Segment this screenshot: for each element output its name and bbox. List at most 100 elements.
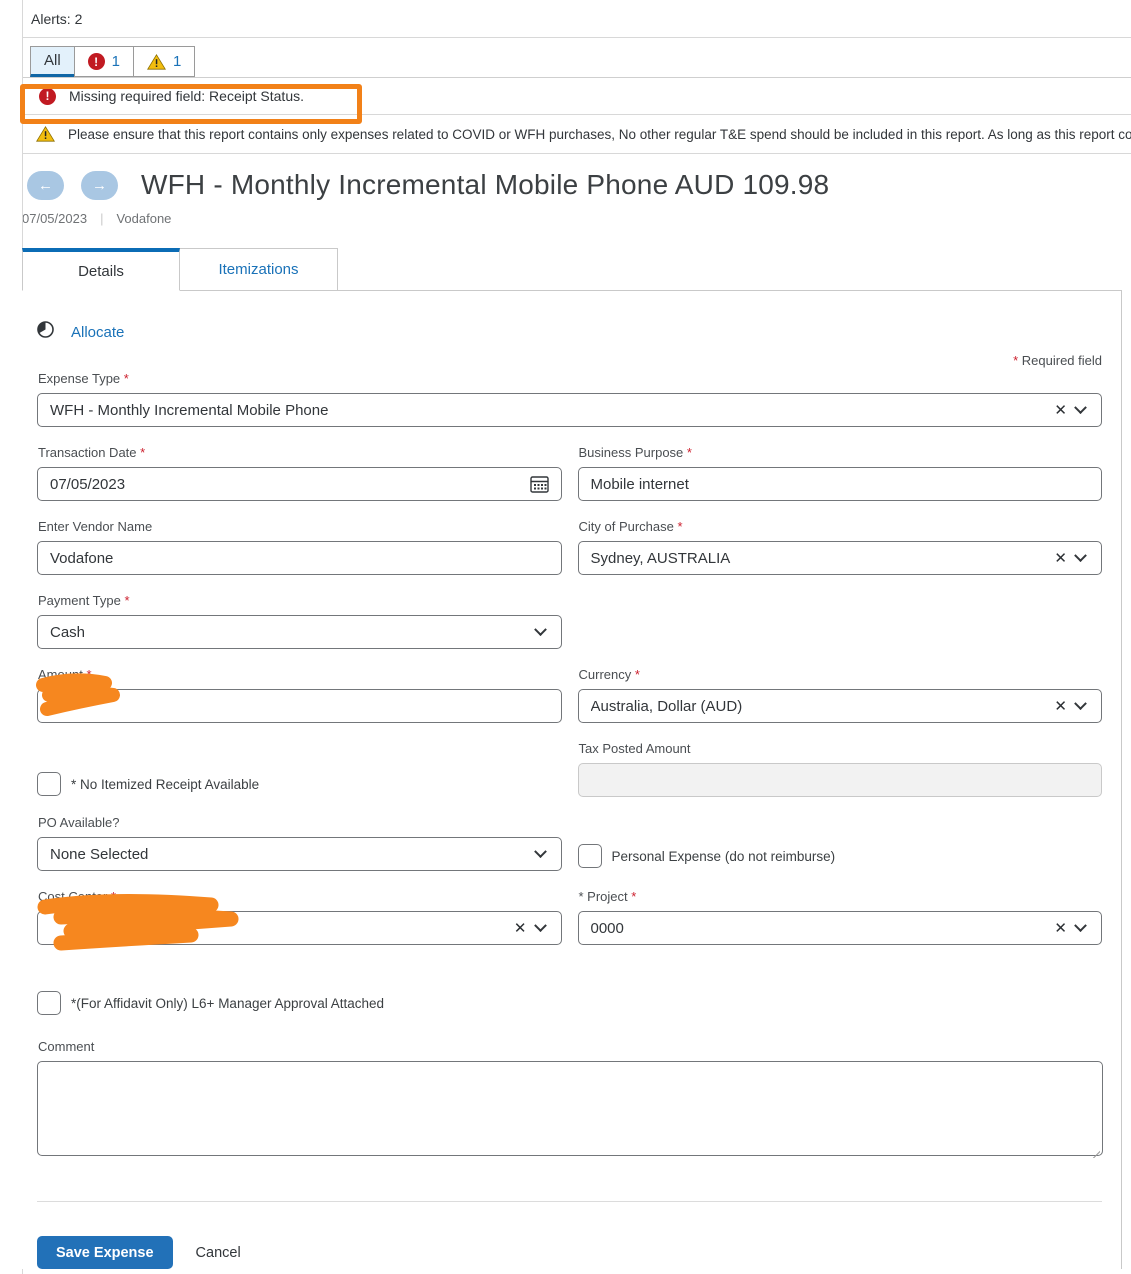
- city-of-purchase-combobox[interactable]: ✕: [578, 541, 1103, 575]
- required-asterisk: *: [678, 519, 683, 534]
- required-asterisk: *: [635, 667, 640, 682]
- required-asterisk: *: [631, 889, 636, 904]
- detail-tabs: Details Itemizations: [22, 248, 1131, 290]
- payment-type-value: Cash: [38, 624, 536, 641]
- arrow-right-icon: →: [92, 177, 107, 194]
- transaction-date-label: Transaction Date *: [38, 445, 562, 460]
- chevron-down-icon[interactable]: [1074, 401, 1087, 414]
- calendar-icon[interactable]: [528, 475, 551, 493]
- project-label: * Project *: [579, 889, 1103, 904]
- expense-type-input[interactable]: [38, 394, 1050, 426]
- tab-details-label: Details: [78, 263, 124, 280]
- next-expense-button[interactable]: →: [81, 171, 118, 200]
- error-alert-row: ! Missing required field: Receipt Status…: [22, 78, 1131, 115]
- cost-center-input[interactable]: [38, 912, 510, 944]
- separator: |: [100, 211, 103, 226]
- warning-alert-row: Please ensure that this report contains …: [22, 115, 1131, 154]
- required-asterisk: *: [124, 371, 129, 386]
- warning-count: 1: [173, 53, 181, 70]
- previous-expense-button[interactable]: ←: [27, 171, 64, 200]
- currency-label: Currency *: [579, 667, 1103, 682]
- comment-label: Comment: [38, 1039, 1102, 1054]
- affidavit-label: *(For Affidavit Only) L6+ Manager Approv…: [71, 996, 384, 1011]
- allocate-pie-icon: [37, 321, 54, 343]
- warning-icon: [147, 54, 166, 70]
- amount-field[interactable]: [37, 689, 562, 723]
- amount-input[interactable]: [38, 690, 561, 722]
- chevron-down-icon: [534, 845, 547, 858]
- currency-combobox[interactable]: ✕: [578, 689, 1103, 723]
- chevron-down-icon[interactable]: [1074, 697, 1087, 710]
- alert-tab-all[interactable]: All: [30, 46, 74, 77]
- tab-itemizations[interactable]: Itemizations: [180, 248, 338, 291]
- clear-icon[interactable]: ✕: [1050, 919, 1076, 937]
- required-asterisk: *: [86, 667, 91, 682]
- expense-date: 07/05/2023: [22, 211, 87, 226]
- clear-icon[interactable]: ✕: [1050, 401, 1076, 419]
- details-panel: Allocate * Required field Expense Type *…: [22, 290, 1122, 1269]
- required-asterisk: *: [687, 445, 692, 460]
- footer-divider: [37, 1201, 1102, 1202]
- page-title: WFH - Monthly Incremental Mobile Phone A…: [141, 169, 829, 201]
- expense-type-combobox[interactable]: ✕: [37, 393, 1102, 427]
- no-itemized-receipt-label: * No Itemized Receipt Available: [71, 777, 259, 792]
- error-alert-text: Missing required field: Receipt Status.: [69, 88, 304, 104]
- alert-filter-tabs: All ! 1 1: [22, 38, 1131, 78]
- personal-expense-label: Personal Expense (do not reimburse): [612, 849, 836, 864]
- chevron-down-icon[interactable]: [1074, 919, 1087, 932]
- chevron-down-icon[interactable]: [1074, 549, 1087, 562]
- footer-actions: Save Expense Cancel: [37, 1236, 1102, 1269]
- warning-alert-text: Please ensure that this report contains …: [68, 127, 1131, 142]
- city-of-purchase-label: City of Purchase *: [579, 519, 1103, 534]
- chevron-down-icon: [534, 623, 547, 636]
- no-itemized-receipt-row: * No Itemized Receipt Available: [37, 772, 562, 796]
- payment-type-select[interactable]: Cash: [37, 615, 562, 649]
- alert-tab-warnings[interactable]: 1: [133, 46, 195, 77]
- business-purpose-field[interactable]: [578, 467, 1103, 501]
- tax-posted-amount-field: [578, 763, 1103, 797]
- alerts-header: Alerts: 2: [22, 0, 1131, 38]
- cost-center-combobox[interactable]: ✕: [37, 911, 562, 945]
- vendor-name-input[interactable]: [38, 542, 561, 574]
- project-combobox[interactable]: ✕: [578, 911, 1103, 945]
- no-itemized-receipt-checkbox[interactable]: [37, 772, 61, 796]
- clear-icon[interactable]: ✕: [1050, 697, 1076, 715]
- vendor-name-field[interactable]: [37, 541, 562, 575]
- clear-icon[interactable]: ✕: [1050, 549, 1076, 567]
- allocate-link[interactable]: Allocate: [71, 324, 124, 341]
- tax-posted-amount-input: [579, 764, 1102, 796]
- city-of-purchase-input[interactable]: [579, 542, 1051, 574]
- cancel-button[interactable]: Cancel: [196, 1245, 241, 1261]
- required-field-note-text: Required field: [1022, 353, 1102, 368]
- clear-icon[interactable]: ✕: [510, 919, 536, 937]
- payment-type-label: Payment Type *: [38, 593, 562, 608]
- required-asterisk: *: [140, 445, 145, 460]
- personal-expense-checkbox[interactable]: [578, 844, 602, 868]
- required-field-note: * Required field: [37, 353, 1102, 368]
- expense-subtitle: 07/05/2023 | Vodafone: [22, 211, 1131, 226]
- po-available-value: None Selected: [38, 846, 536, 863]
- chevron-down-icon[interactable]: [534, 919, 547, 932]
- po-available-select[interactable]: None Selected: [37, 837, 562, 871]
- personal-expense-row: Personal Expense (do not reimburse): [578, 844, 1103, 868]
- amount-label: Amount *: [38, 667, 562, 682]
- vendor-name-label: Enter Vendor Name: [38, 519, 562, 534]
- currency-input[interactable]: [579, 690, 1051, 722]
- error-icon: !: [39, 88, 56, 105]
- save-expense-button[interactable]: Save Expense: [37, 1236, 173, 1269]
- allocate-row: Allocate: [37, 291, 1102, 343]
- required-asterisk: *: [1013, 353, 1018, 368]
- alert-tab-errors[interactable]: ! 1: [74, 46, 133, 77]
- transaction-date-input[interactable]: [38, 468, 528, 500]
- error-count: 1: [112, 53, 120, 70]
- affidavit-row: *(For Affidavit Only) L6+ Manager Approv…: [37, 991, 1102, 1015]
- project-input[interactable]: [579, 912, 1051, 944]
- expense-type-label: Expense Type *: [38, 371, 1102, 386]
- business-purpose-input[interactable]: [579, 468, 1102, 500]
- tab-details[interactable]: Details: [22, 248, 180, 291]
- required-asterisk: *: [125, 593, 130, 608]
- affidavit-checkbox[interactable]: [37, 991, 61, 1015]
- transaction-date-field[interactable]: [37, 467, 562, 501]
- comment-textarea[interactable]: [37, 1061, 1103, 1156]
- po-available-label: PO Available?: [38, 815, 562, 830]
